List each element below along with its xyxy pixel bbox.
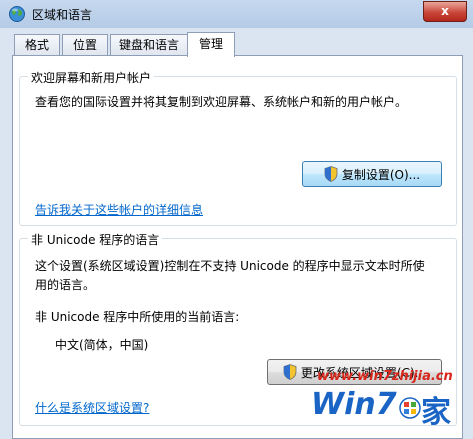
uac-shield-icon [324,166,338,182]
welcome-details-link[interactable]: 告诉我关于这些帐户的详细信息 [35,201,203,220]
copy-settings-label: 复制设置(O)... [341,168,421,182]
unicode-group-title: 非 Unicode 程序的语言 [28,231,163,248]
windows-logo-icon [399,397,421,419]
welcome-screen-group: 欢迎屏幕和新用户帐户 查看您的国际设置并将其复制到欢迎屏幕、系统帐户和新的用户帐… [19,69,457,226]
copy-settings-button[interactable]: 复制设置(O)... [302,161,442,187]
system-locale-help-link[interactable]: 什么是系统区域设置? [35,399,149,418]
title-bar: 区域和语言 x [0,0,473,28]
tab-bar: 格式 位置 键盘和语言 管理 [14,32,464,57]
welcome-group-title: 欢迎屏幕和新用户帐户 [28,69,155,86]
watermark: www.win7zhijia.cn Win7 家 [271,367,471,437]
watermark-suffix: 家 [421,395,451,430]
current-language-value: 中文(简体，中国) [55,338,149,352]
welcome-description: 查看您的国际设置并将其复制到欢迎屏幕、系统帐户和新的用户帐户。 [35,95,408,109]
tab-formats[interactable]: 格式 [14,34,60,55]
unicode-description-line1: 这个设置(系统区域设置)控制在不支持 Unicode 的程序中显示文本时所使 [35,259,425,273]
tab-keyboards-languages[interactable]: 键盘和语言 [110,34,188,55]
close-button[interactable]: x [423,1,467,22]
current-language-label: 非 Unicode 程序中所使用的当前语言: [35,310,240,324]
globe-icon [9,6,25,22]
watermark-brand: Win7 [311,387,397,422]
tab-location[interactable]: 位置 [62,34,108,55]
tab-administrative[interactable]: 管理 [187,32,235,57]
window-title: 区域和语言 [32,8,93,22]
watermark-url: www.win7zhijia.cn [317,369,453,384]
unicode-description-line2: 用的语言。 [35,278,96,292]
